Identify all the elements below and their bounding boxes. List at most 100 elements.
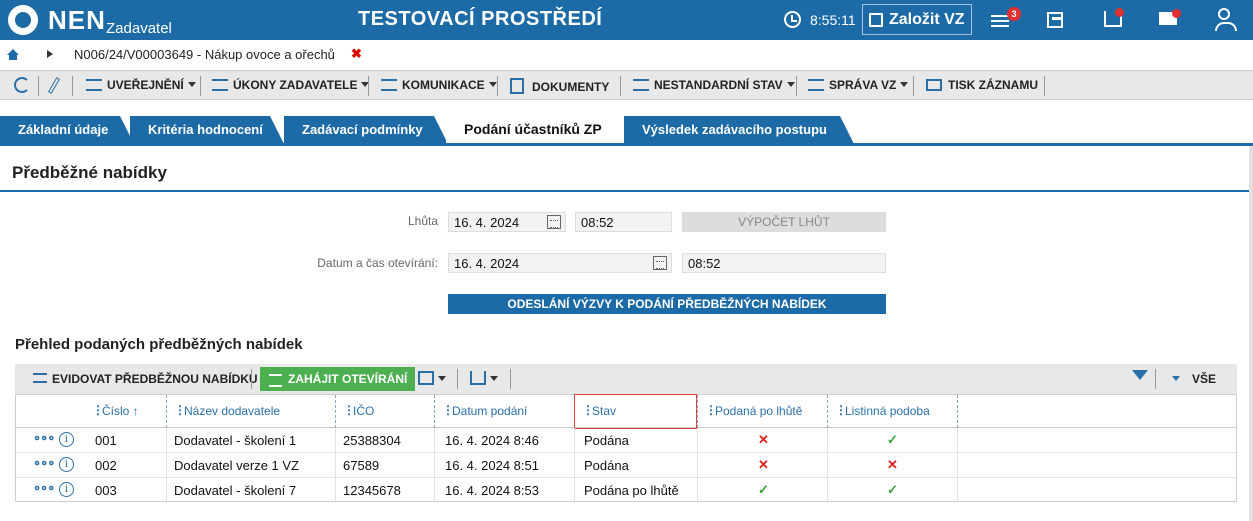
tab-tender-conditions[interactable]: Zadávací podmínky bbox=[284, 116, 448, 144]
notification-badge: 3 bbox=[1007, 7, 1021, 21]
nen-logo[interactable] bbox=[8, 5, 38, 35]
menu-contractor-acts[interactable]: ÚKONY ZADAVATELE bbox=[212, 78, 370, 92]
inbox-icon[interactable] bbox=[1104, 8, 1124, 27]
mail-dot bbox=[1172, 9, 1181, 18]
table-row[interactable]: ∘∘∘ i 002 Dodavatel verze 1 VZ 67589 16.… bbox=[16, 453, 1236, 478]
deadline-date-field[interactable]: 16. 4. 2024 bbox=[448, 212, 566, 232]
menu-documents[interactable]: DOKUMENTY bbox=[510, 78, 609, 94]
printer-icon bbox=[926, 79, 942, 91]
opening-date-field[interactable]: 16. 4. 2024 bbox=[448, 253, 672, 273]
menu-nonstandard-state[interactable]: NESTANDARDNÍ STAV bbox=[633, 78, 795, 92]
row-menu-icon[interactable]: ∘∘∘ bbox=[33, 480, 55, 496]
overview-title: Přehled podaných předběžných nabídek bbox=[15, 336, 303, 353]
table-header: Číslo ↑ Název dodavatele IČO Datum podán… bbox=[16, 394, 1236, 429]
col-date[interactable]: Datum podání bbox=[442, 403, 527, 418]
refresh-icon[interactable] bbox=[14, 77, 30, 93]
filter-icon[interactable] bbox=[1132, 370, 1148, 380]
menu-contract-admin[interactable]: SPRÁVA VZ bbox=[808, 78, 909, 92]
logo-text: NEN bbox=[48, 5, 106, 35]
cell-supplier: Dodavatel - školení 7 bbox=[174, 483, 297, 498]
cell-state: Podána bbox=[584, 433, 629, 448]
mail-icon[interactable] bbox=[1159, 9, 1181, 25]
breadcrumb: N006/24/V00003649 - Nákup ovoce a ořechů… bbox=[0, 40, 1253, 70]
table-row[interactable]: ∘∘∘ i 003 Dodavatel - školení 7 12345678… bbox=[16, 478, 1236, 503]
cell-state: Podána po lhůtě bbox=[584, 483, 679, 498]
main-panel: Předběžné nabídky Lhůta 16. 4. 2024 08:5… bbox=[0, 146, 1253, 521]
home-icon[interactable] bbox=[7, 49, 19, 60]
cross-icon: ✕ bbox=[758, 457, 769, 472]
col-supplier[interactable]: Název dodavatele bbox=[174, 403, 280, 418]
section-title: Předběžné nabídky bbox=[12, 163, 167, 182]
opening-time-field[interactable]: 08:52 bbox=[682, 253, 886, 273]
new-contract-button[interactable]: Založit VZ bbox=[862, 4, 972, 35]
cell-number: 002 bbox=[95, 458, 117, 473]
cross-icon: ✕ bbox=[758, 432, 769, 447]
check-icon: ✓ bbox=[758, 482, 769, 497]
list-icon bbox=[33, 373, 47, 383]
menu-print-record[interactable]: TISK ZÁZNAMU bbox=[926, 78, 1038, 92]
calc-deadlines-button[interactable]: VÝPOČET LHŮT bbox=[682, 212, 886, 232]
list-icon bbox=[808, 79, 824, 91]
tab-evaluation-criteria[interactable]: Kritéria hodnocení bbox=[130, 116, 284, 144]
check-icon: ✓ bbox=[887, 482, 898, 497]
cell-ico: 25388304 bbox=[343, 433, 401, 448]
row-menu-icon[interactable]: ∘∘∘ bbox=[33, 455, 55, 471]
grid-toolbar: EVIDOVAT PŘEDBĚŽNOU NABÍDKU ZAHÁJIT OTEV… bbox=[15, 364, 1237, 394]
cell-state: Podána bbox=[584, 458, 629, 473]
start-opening-button[interactable]: ZAHÁJIT OTEVÍRÁNÍ bbox=[260, 367, 416, 391]
cell-date: 16. 4. 2024 8:46 bbox=[445, 433, 539, 448]
tab-strip: Základní údaje Kritéria hodnocení Zadáva… bbox=[0, 100, 1253, 144]
calendar-icon[interactable] bbox=[547, 215, 561, 229]
row-menu-icon[interactable]: ∘∘∘ bbox=[33, 430, 55, 446]
calculator-icon[interactable] bbox=[1047, 12, 1063, 28]
state-column-highlight bbox=[574, 394, 697, 429]
logo-subtitle: Zadavatel bbox=[106, 20, 172, 37]
col-paper[interactable]: Listinná podoba bbox=[835, 403, 930, 418]
session-time: 8:55:11 bbox=[810, 12, 856, 28]
menu-icon[interactable]: 3 bbox=[991, 7, 1021, 34]
breadcrumb-contract[interactable]: N006/24/V00003649 - Nákup ovoce a ořechů bbox=[74, 47, 335, 62]
col-number[interactable]: Číslo ↑ bbox=[92, 403, 139, 418]
tab-basic-info[interactable]: Základní údaje bbox=[0, 116, 134, 144]
cross-icon: ✕ bbox=[887, 457, 898, 472]
list-icon bbox=[381, 79, 397, 91]
cell-supplier: Dodavatel - školení 1 bbox=[174, 433, 297, 448]
calendar-icon[interactable] bbox=[653, 256, 667, 270]
list-icon bbox=[633, 79, 649, 91]
printer-icon[interactable] bbox=[418, 371, 434, 385]
cell-date: 16. 4. 2024 8:51 bbox=[445, 458, 539, 473]
register-offer-button[interactable]: EVIDOVAT PŘEDBĚŽNOU NABÍDKU bbox=[33, 372, 258, 386]
filter-all-dropdown[interactable]: VŠE bbox=[1171, 372, 1216, 386]
user-icon[interactable] bbox=[1215, 8, 1237, 31]
cell-date: 16. 4. 2024 8:53 bbox=[445, 483, 539, 498]
tab-procedure-result[interactable]: Výsledek zadávacího postupu bbox=[624, 116, 854, 144]
export-icon[interactable] bbox=[470, 371, 486, 385]
list-icon bbox=[212, 79, 228, 91]
cell-number: 001 bbox=[95, 433, 117, 448]
cell-ico: 12345678 bbox=[343, 483, 401, 498]
document-icon bbox=[510, 78, 524, 94]
offers-table: Číslo ↑ Název dodavatele IČO Datum podán… bbox=[15, 394, 1237, 503]
table-row[interactable]: ∘∘∘ i 001 Dodavatel - školení 1 25388304… bbox=[16, 428, 1236, 453]
cell-supplier: Dodavatel verze 1 VZ bbox=[174, 458, 300, 473]
cell-ico: 67589 bbox=[343, 458, 380, 473]
pencil-icon[interactable] bbox=[48, 77, 60, 94]
top-bar: NEN Zadavatel TESTOVACÍ PROSTŘEDÍ 8:55:1… bbox=[0, 0, 1253, 40]
tab-submissions[interactable]: Podání účastníků ZP bbox=[446, 110, 630, 144]
close-icon[interactable]: ✖ bbox=[351, 46, 362, 62]
action-toolbar: UVEŘEJNĚNÍ ÚKONY ZADAVATELE KOMUNIKACE D… bbox=[0, 70, 1253, 100]
list-icon bbox=[86, 79, 102, 91]
menu-publication[interactable]: UVEŘEJNĚNÍ bbox=[86, 78, 196, 92]
info-icon[interactable]: i bbox=[59, 482, 74, 497]
info-icon[interactable]: i bbox=[59, 457, 74, 472]
col-late[interactable]: Podaná po lhůtě bbox=[705, 403, 802, 418]
send-invitation-button[interactable]: ODESLÁNÍ VÝZVY K PODÁNÍ PŘEDBĚŽNÝCH NABÍ… bbox=[448, 294, 886, 314]
opening-label: Datum a čas otevírání: bbox=[317, 256, 438, 270]
inbox-dot bbox=[1115, 8, 1124, 17]
new-contract-label: Založit VZ bbox=[889, 11, 965, 28]
deadline-time-field[interactable]: 08:52 bbox=[575, 212, 672, 232]
menu-communication[interactable]: KOMUNIKACE bbox=[381, 78, 497, 92]
col-ico[interactable]: IČO bbox=[343, 403, 374, 418]
info-icon[interactable]: i bbox=[59, 432, 74, 447]
environment-title: TESTOVACÍ PROSTŘEDÍ bbox=[358, 8, 603, 30]
